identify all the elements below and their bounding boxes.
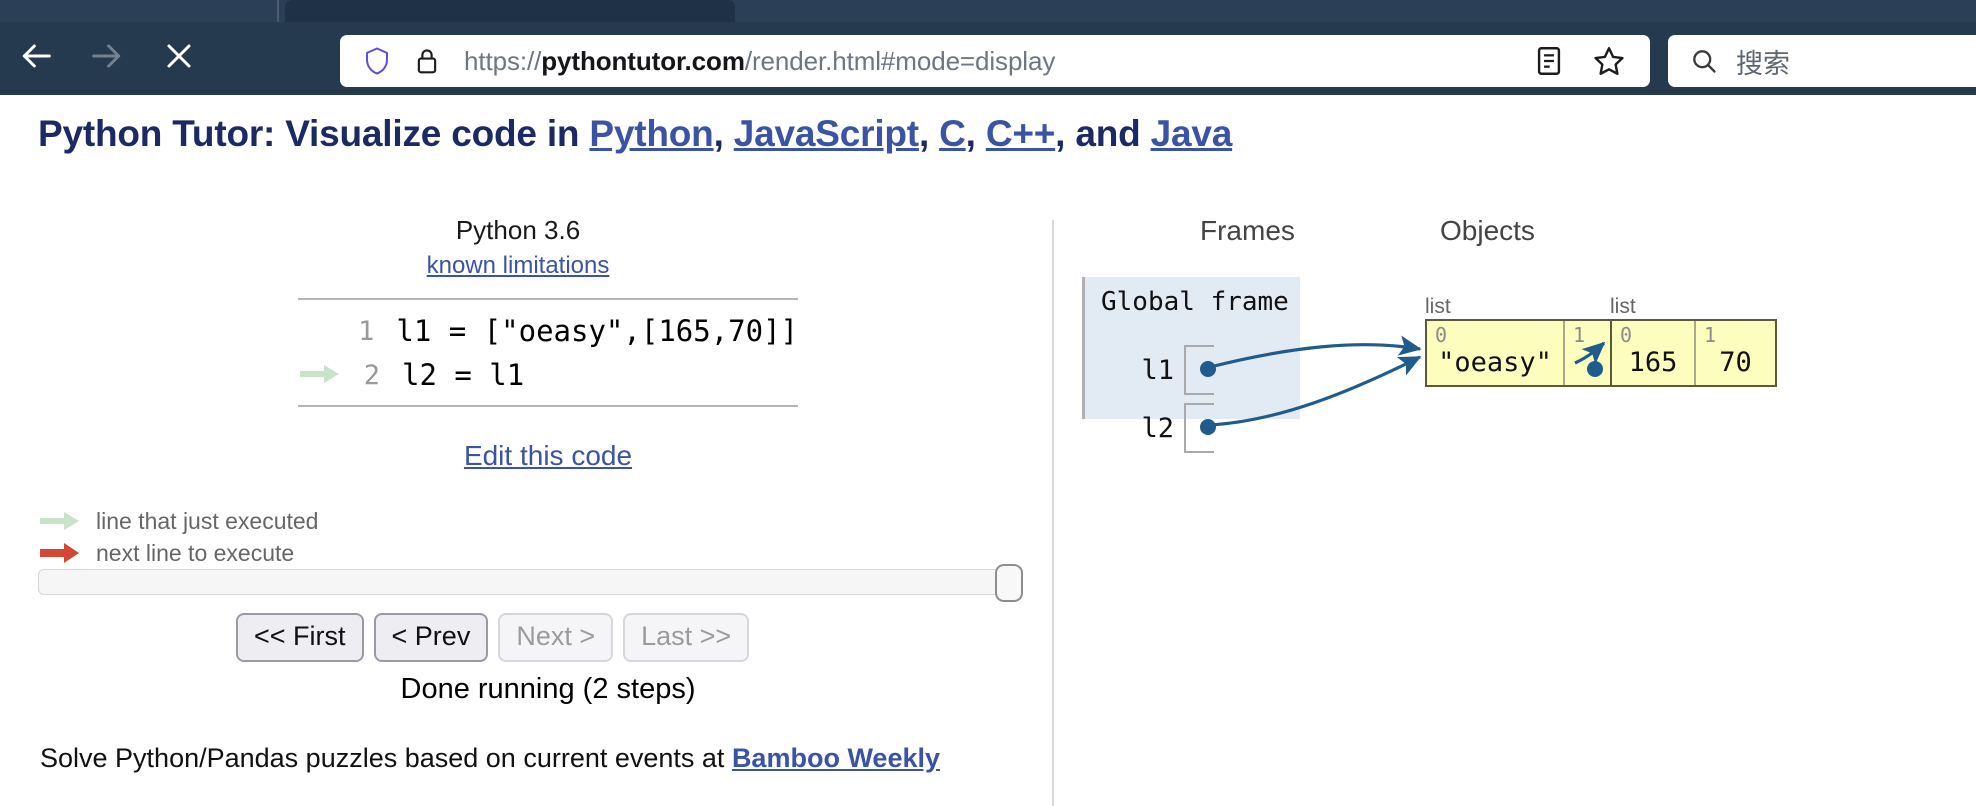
code-display: 1 l1 = ["oeasy",[165,70]] 2 l2 = l1: [298, 298, 798, 407]
bamboo-weekly-link[interactable]: Bamboo Weekly: [732, 743, 940, 773]
variable-row-l2: l2: [1082, 403, 1216, 453]
list-cell: 0 "oeasy": [1427, 321, 1565, 385]
pointer-dot: [1200, 361, 1216, 377]
browser-search-box[interactable]: 搜索: [1668, 35, 1976, 87]
lang-link-cpp[interactable]: C++: [986, 113, 1056, 154]
forward-button[interactable]: [81, 30, 133, 82]
title-sep-2: ,: [918, 113, 940, 154]
red-arrow-icon: [40, 540, 86, 566]
global-frame-label: Global frame: [1101, 287, 1289, 317]
search-placeholder-text: 搜索: [1736, 48, 1790, 79]
navigation-buttons: [0, 30, 215, 82]
lang-link-java[interactable]: Java: [1151, 113, 1233, 154]
search-icon: [1690, 47, 1718, 75]
list-cell: 1 70: [1696, 321, 1775, 385]
frames-header: Frames: [1200, 215, 1295, 246]
next-button[interactable]: Next >: [498, 613, 614, 662]
bookmark-star-icon[interactable]: [1592, 44, 1626, 78]
variable-pointer-slot: [1184, 403, 1216, 453]
variable-pointer-slot: [1184, 345, 1216, 395]
code-line: 1 l1 = ["oeasy",[165,70]]: [298, 309, 798, 353]
green-arrow-icon: [300, 358, 340, 392]
cell-index: 0: [1620, 323, 1633, 347]
legend-label: next line to execute: [96, 539, 295, 566]
objects-header: Objects: [1440, 215, 1535, 246]
variable-name: l1: [1141, 354, 1174, 386]
slider-track[interactable]: [38, 569, 1021, 595]
legend-label: line that just executed: [96, 507, 319, 534]
edit-this-code-row: Edit this code: [298, 440, 798, 472]
prev-button[interactable]: < Prev: [373, 613, 489, 662]
title-sep-1: ,: [713, 113, 734, 154]
visualization-pane: Frames Objects Global frame l1 l2 list 0…: [1060, 215, 1976, 805]
cell-value: 70: [1719, 347, 1752, 378]
url-text: https://pythontutor.com/render.html#mode…: [464, 45, 1056, 76]
cell-index: 0: [1435, 323, 1448, 347]
lang-link-python[interactable]: Python: [589, 113, 713, 154]
pointer-dot: [1587, 361, 1603, 377]
python-version-label: Python 3.6: [455, 215, 581, 245]
lock-icon[interactable]: [414, 46, 440, 76]
first-button[interactable]: << First: [236, 613, 364, 662]
list-cell: 0 165: [1612, 321, 1696, 385]
url-bar[interactable]: https://pythontutor.com/render.html#mode…: [340, 35, 1650, 87]
reader-view-icon[interactable]: [1532, 44, 1566, 78]
list-object-2: 0 165 1 70: [1610, 319, 1777, 387]
page-content: Python Tutor: Visualize code in Python , …: [0, 95, 1976, 806]
step-controls: << First < Prev Next > Last >>: [236, 613, 759, 662]
pointer-dot: [1200, 419, 1216, 435]
known-limitations-row: known limitations: [0, 252, 1038, 280]
code-pane: Python 3.6 known limitations 1 l1 = ["oe…: [38, 215, 1038, 773]
variable-row-l1: l1: [1082, 345, 1216, 395]
object-type-label: list: [1610, 295, 1636, 318]
variable-name: l2: [1141, 412, 1174, 444]
active-browser-tab[interactable]: [285, 0, 735, 22]
execution-marker-slot: [298, 309, 343, 353]
execution-marker-slot: [298, 353, 346, 397]
cell-value: 165: [1628, 347, 1678, 378]
known-limitations-link[interactable]: known limitations: [427, 252, 610, 279]
lang-link-c[interactable]: C: [939, 113, 966, 154]
object-type-label: list: [1425, 295, 1451, 318]
stop-x-icon: [159, 36, 199, 76]
title-and: , and: [1055, 113, 1151, 154]
list-object-1: 0 "oeasy" 1: [1425, 319, 1637, 387]
footer-promo-text: Solve Python/Pandas puzzles based on cur…: [40, 743, 732, 773]
code-line-text: l1 = ["oeasy",[165,70]]: [396, 314, 798, 348]
execution-status: Done running (2 steps): [400, 673, 696, 705]
browser-chrome: https://pythontutor.com/render.html#mode…: [0, 0, 1976, 95]
pane-divider: [1052, 220, 1054, 806]
execution-legend: line that just executed next line to exe…: [40, 505, 318, 569]
edit-this-code-link[interactable]: Edit this code: [464, 440, 632, 471]
lang-link-javascript[interactable]: JavaScript: [734, 113, 919, 154]
shield-icon[interactable]: [362, 46, 392, 76]
back-arrow-icon: [16, 36, 56, 76]
green-arrow-icon: [40, 508, 86, 534]
line-number: 2: [363, 359, 380, 391]
cell-index: 1: [1704, 323, 1717, 347]
cell-value: "oeasy": [1438, 347, 1552, 378]
code-line-text: l2 = l1: [402, 358, 525, 392]
step-slider[interactable]: [38, 564, 1023, 602]
page-title-prefix: Python Tutor: Visualize code in: [38, 113, 590, 154]
page-title: Python Tutor: Visualize code in Python , …: [38, 113, 1232, 155]
legend-item-executed: line that just executed: [40, 505, 318, 537]
title-sep-3: ,: [965, 113, 986, 154]
stop-button[interactable]: [153, 30, 205, 82]
tab-divider: [277, 0, 279, 22]
forward-arrow-icon: [87, 36, 127, 76]
tab-strip: [0, 0, 1976, 22]
line-number: 1: [358, 315, 375, 347]
slider-handle[interactable]: [995, 564, 1023, 602]
back-button[interactable]: [10, 30, 62, 82]
last-button[interactable]: Last >>: [623, 613, 750, 662]
cell-index: 1: [1573, 323, 1586, 347]
code-line: 2 l2 = l1: [298, 353, 798, 397]
footer-promo: Solve Python/Pandas puzzles based on cur…: [40, 743, 940, 774]
